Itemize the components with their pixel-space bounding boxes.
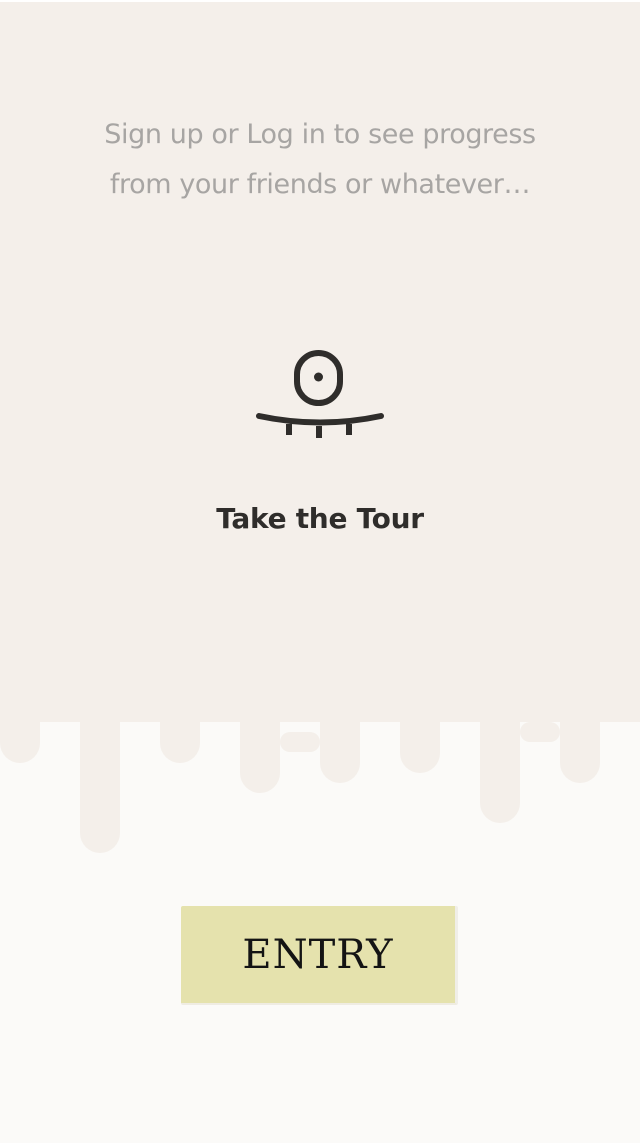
tagline-line-1: Sign up or Log in to see progress (104, 119, 536, 150)
take-the-tour-link[interactable]: Take the Tour (170, 340, 470, 550)
welcome-screen: Sign up or Log in to see progress from y… (0, 0, 640, 1143)
entry-button[interactable]: ENTRY (181, 906, 458, 1005)
cyclops-monster-icon (256, 350, 384, 438)
take-the-tour-label: Take the Tour (216, 502, 424, 535)
intro-tagline: Sign up or Log in to see progress from y… (70, 110, 570, 210)
tagline-line-2: from your friends or whatever… (109, 169, 531, 200)
